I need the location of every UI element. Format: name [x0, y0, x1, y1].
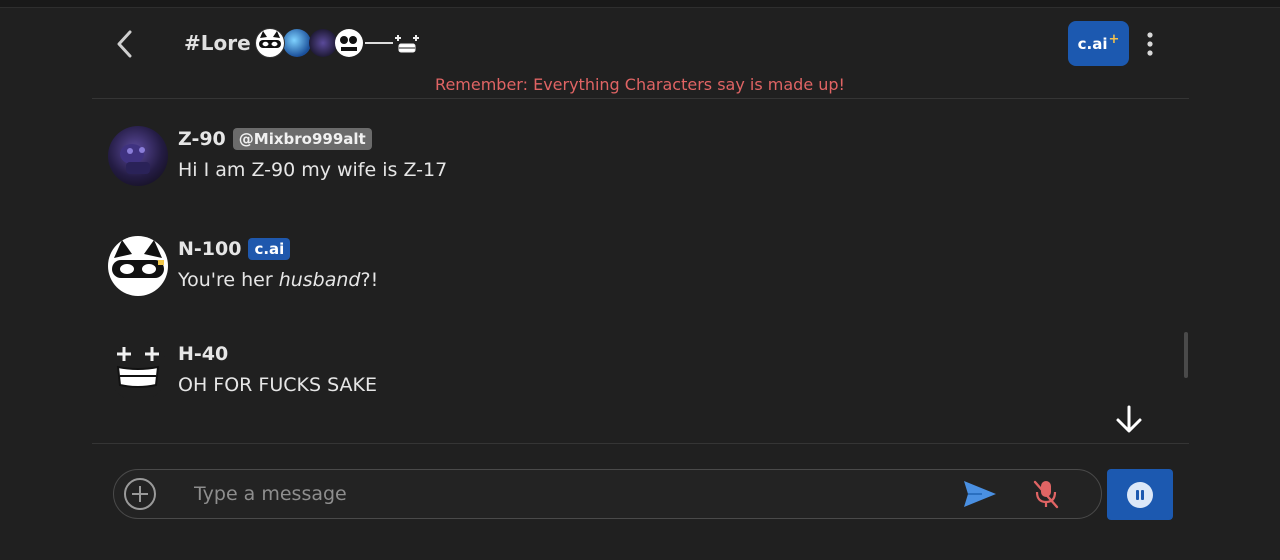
send-button[interactable] — [962, 478, 998, 510]
avatar-z90[interactable] — [108, 126, 168, 186]
add-attachment-button[interactable] — [123, 477, 157, 511]
message-text-part: You're her — [178, 269, 279, 291]
scroll-to-bottom-button[interactable] — [1112, 402, 1146, 436]
message-input[interactable] — [192, 479, 936, 509]
ai-character-tag: c.ai — [248, 238, 291, 260]
sender-name[interactable]: H-40 — [178, 343, 228, 365]
room-name: #Lore — [184, 31, 251, 55]
message-text-part: ?! — [360, 269, 379, 291]
mic-off-icon — [1033, 480, 1059, 509]
sender-name[interactable]: N-100 — [178, 238, 241, 260]
arrow-down-icon — [1116, 405, 1142, 433]
pause-button[interactable] — [1107, 469, 1173, 520]
participant-avatars — [254, 28, 421, 58]
mute-microphone-button[interactable] — [1030, 478, 1062, 510]
participant-avatar-2 — [282, 29, 311, 57]
sender-name[interactable]: Z-90 — [178, 128, 226, 150]
participant-avatar-h40 — [393, 29, 421, 57]
participant-avatar-divider — [364, 42, 393, 44]
upgrade-button[interactable]: c.ai + — [1068, 21, 1129, 66]
send-icon — [964, 481, 996, 507]
pause-icon-bar — [1136, 490, 1139, 500]
disclaimer-text: Remember: Everything Characters say is m… — [435, 75, 845, 94]
message-text-emphasis: husband — [278, 269, 361, 291]
message-header: H-40 — [178, 343, 228, 365]
avatar-h40[interactable] — [108, 341, 168, 401]
header-divider — [92, 98, 1189, 99]
pause-icon-bar — [1141, 490, 1144, 500]
back-button[interactable] — [112, 28, 140, 60]
message-text: Hi I am Z-90 my wife is Z-17 — [178, 159, 448, 181]
upgrade-label: c.ai — [1077, 34, 1108, 53]
message-text: OH FOR FUCKS SAKE — [178, 374, 377, 396]
message-text: You're her husband?! — [178, 269, 378, 291]
creator-tag[interactable]: @Mixbro999alt — [232, 128, 372, 150]
participant-avatar-z90 — [308, 29, 337, 57]
avatar-n100[interactable] — [108, 236, 168, 296]
room-title[interactable]: #Lore — [184, 28, 421, 58]
message-header: N-100 c.ai — [178, 238, 291, 260]
back-arrow-icon — [117, 30, 132, 58]
chat-scrollbar-thumb[interactable] — [1184, 332, 1188, 378]
chat-scrollbar[interactable] — [1183, 108, 1189, 444]
pause-icon — [1127, 482, 1153, 508]
message-header: Z-90 @Mixbro999alt — [178, 128, 372, 150]
plus-circle-icon — [124, 478, 156, 510]
participant-avatar-4 — [334, 29, 363, 57]
upgrade-plus: + — [1108, 32, 1120, 47]
more-options-button[interactable] — [1140, 30, 1160, 58]
kebab-menu-icon — [1147, 32, 1153, 56]
chat-bottom-divider — [92, 443, 1189, 444]
window-top-edge — [0, 0, 1280, 8]
participant-avatar-n100 — [254, 28, 285, 58]
